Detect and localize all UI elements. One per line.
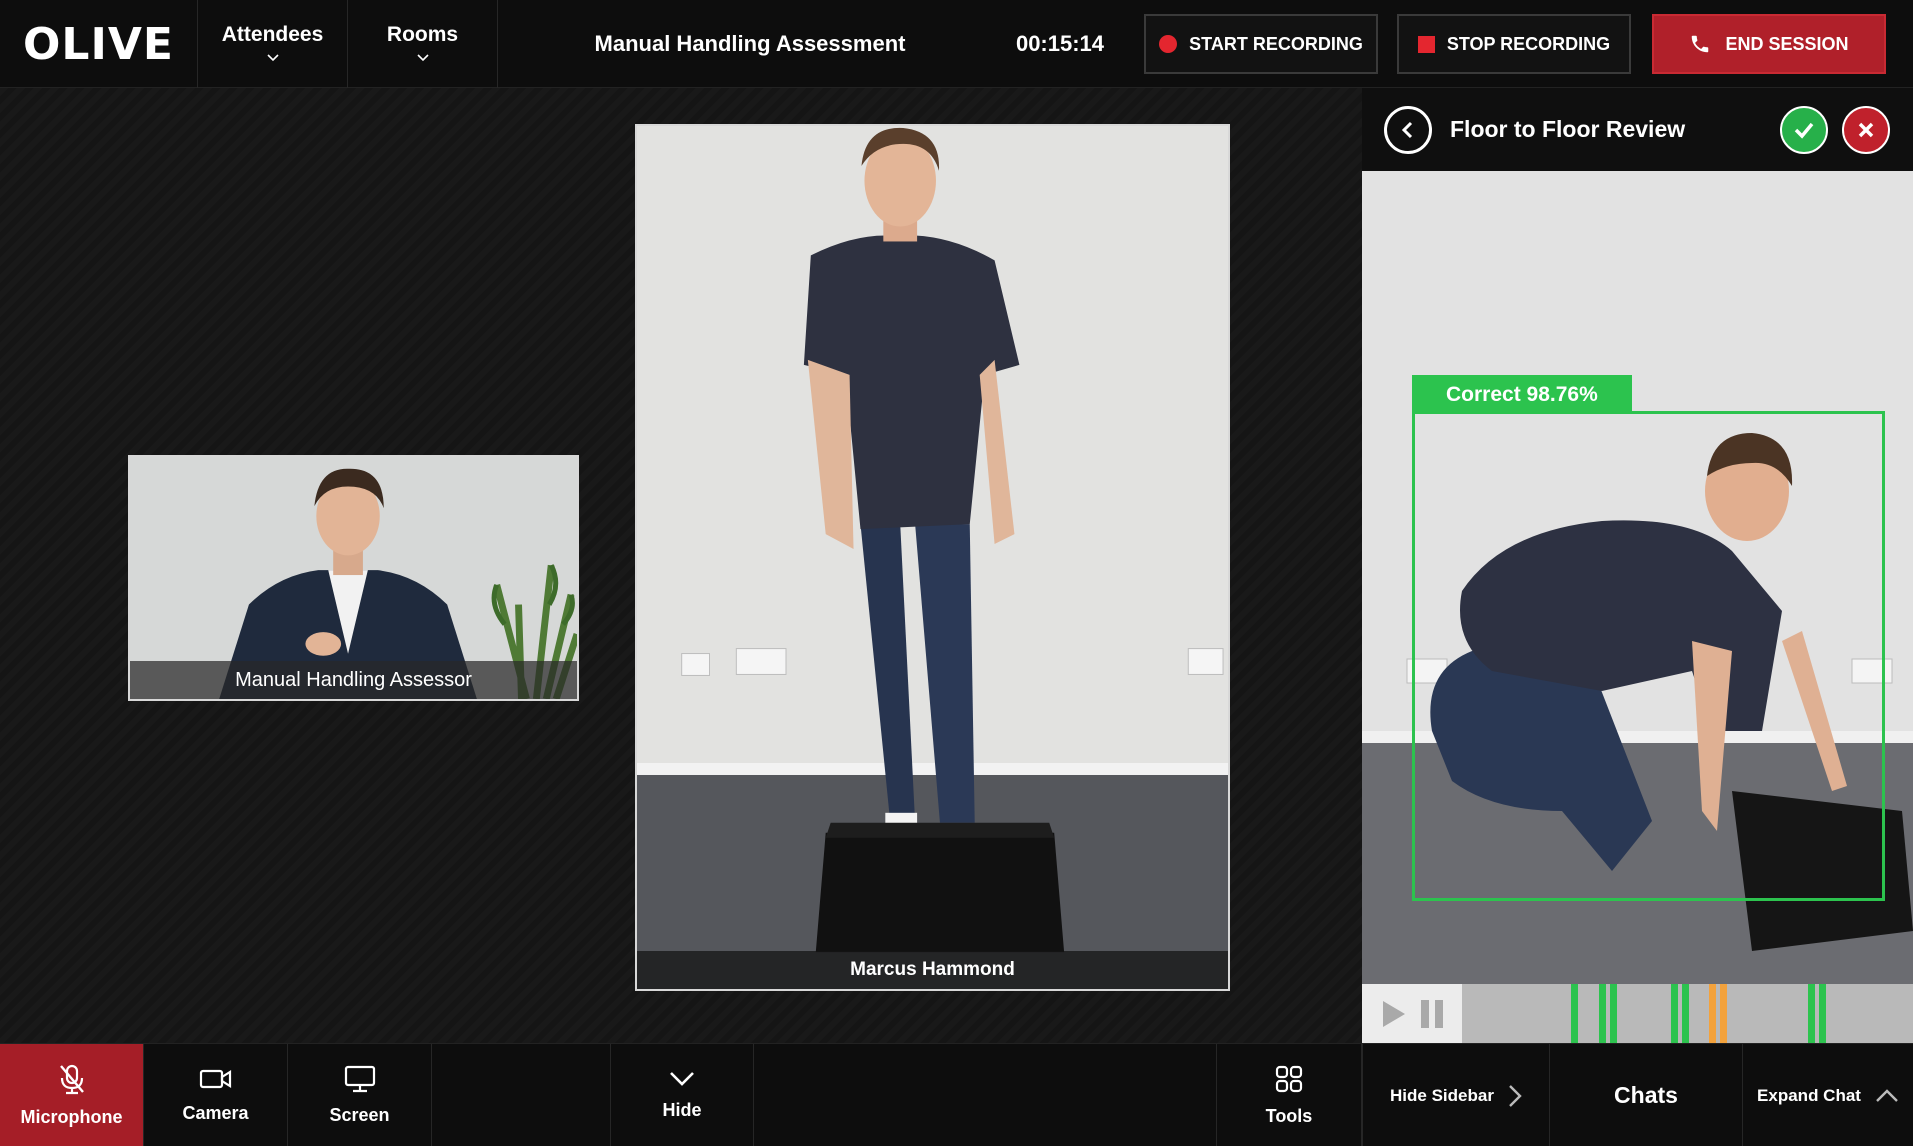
camera-button[interactable]: Camera — [144, 1044, 288, 1146]
chevron-up-icon — [1876, 1088, 1898, 1102]
participant-video-feed — [637, 126, 1228, 989]
timeline-marker-correct[interactable] — [1599, 984, 1606, 1043]
timeline-marker-correct[interactable] — [1571, 984, 1578, 1043]
assessor-name-label: Manual Handling Assessor — [130, 661, 577, 699]
session-timer: 00:15:14 — [1015, 31, 1105, 56]
tab-attendees[interactable]: Attendees — [198, 0, 348, 88]
bottom-toolbar: Microphone Camera Screen Hide Tools Hide… — [0, 1043, 1913, 1146]
chevron-right-icon — [1509, 1084, 1522, 1107]
hide-sidebar-button[interactable]: Hide Sidebar — [1362, 1044, 1550, 1146]
review-sidebar: Floor to Floor Review Correct 98.76% — [1362, 88, 1913, 1043]
microphone-button[interactable]: Microphone — [0, 1044, 144, 1146]
end-session-button[interactable]: END SESSION — [1652, 14, 1886, 74]
video-stage: Manual Handling Assessor Marcus Hammond — [0, 88, 1362, 1043]
timeline-marker-warning[interactable] — [1709, 984, 1716, 1043]
tools-label: Tools — [1265, 1106, 1313, 1126]
timeline-marker-correct[interactable] — [1610, 984, 1617, 1043]
screen-share-button[interactable]: Screen — [288, 1044, 432, 1146]
tools-button[interactable]: Tools — [1216, 1044, 1362, 1146]
pose-detection-box — [1412, 411, 1885, 901]
timeline-marker-correct[interactable] — [1819, 984, 1826, 1043]
chats-tab[interactable]: Chats — [1550, 1044, 1743, 1146]
chevron-down-icon — [670, 1072, 694, 1086]
timeline-marker-correct[interactable] — [1808, 984, 1815, 1043]
sidebar-header: Floor to Floor Review — [1362, 88, 1913, 171]
participant-video-tile[interactable]: Marcus Hammond — [635, 124, 1230, 991]
close-icon — [1858, 122, 1874, 138]
reject-button[interactable] — [1842, 106, 1890, 154]
playback-controls — [1362, 984, 1462, 1043]
timeline-marker-warning[interactable] — [1720, 984, 1727, 1043]
stop-square-icon — [1417, 35, 1435, 53]
microphone-muted-icon — [59, 1064, 84, 1095]
olive-logo: OLIVE — [0, 0, 198, 88]
assessor-video-tile[interactable]: Manual Handling Assessor — [128, 455, 579, 701]
expand-chat-label: Expand Chat — [1757, 1085, 1861, 1105]
back-button[interactable] — [1384, 106, 1432, 154]
session-title: Manual Handling Assessment — [594, 31, 906, 56]
camera-icon — [199, 1069, 231, 1089]
review-timeline[interactable] — [1362, 984, 1913, 1043]
start-recording-button[interactable]: START RECORDING — [1144, 14, 1378, 74]
pause-icon[interactable] — [1421, 999, 1443, 1028]
tab-rooms-label: Rooms — [386, 23, 459, 46]
camera-label: Camera — [182, 1103, 249, 1123]
timeline-marker-correct[interactable] — [1682, 984, 1689, 1043]
timeline-marker-correct[interactable] — [1671, 984, 1678, 1043]
tab-attendees-label: Attendees — [221, 23, 324, 46]
sidebar-title: Floor to Floor Review — [1450, 116, 1686, 142]
chevron-down-icon — [266, 54, 279, 62]
hide-toolbar-button[interactable]: Hide — [610, 1044, 754, 1146]
grid-icon — [1275, 1065, 1303, 1093]
play-icon[interactable] — [1381, 999, 1407, 1029]
stop-recording-button[interactable]: STOP RECORDING — [1397, 14, 1631, 74]
top-bar: OLIVE Attendees Rooms Manual Handling As… — [0, 0, 1913, 88]
phone-icon — [1692, 35, 1709, 53]
monitor-icon — [344, 1065, 375, 1093]
chevron-down-icon — [416, 54, 429, 62]
stop-recording-label: STOP RECORDING — [1446, 33, 1611, 54]
tab-rooms[interactable]: Rooms — [348, 0, 498, 88]
detection-score-label: Correct 98.76% — [1412, 375, 1632, 414]
hide-sidebar-label: Hide Sidebar — [1390, 1085, 1494, 1105]
record-dot-icon — [1159, 35, 1178, 53]
end-session-label: END SESSION — [1725, 33, 1849, 54]
approve-button[interactable] — [1780, 106, 1828, 154]
chats-label: Chats — [1614, 1082, 1678, 1108]
chevron-left-icon — [1401, 121, 1413, 139]
participant-name-label: Marcus Hammond — [637, 951, 1228, 989]
review-video-frame: Correct 98.76% — [1362, 171, 1913, 984]
check-icon — [1794, 122, 1814, 139]
microphone-label: Microphone — [20, 1107, 123, 1127]
screen-label: Screen — [329, 1105, 390, 1125]
hide-label: Hide — [662, 1100, 702, 1120]
start-recording-label: START RECORDING — [1189, 33, 1363, 54]
expand-chat-button[interactable]: Expand Chat — [1743, 1044, 1913, 1146]
